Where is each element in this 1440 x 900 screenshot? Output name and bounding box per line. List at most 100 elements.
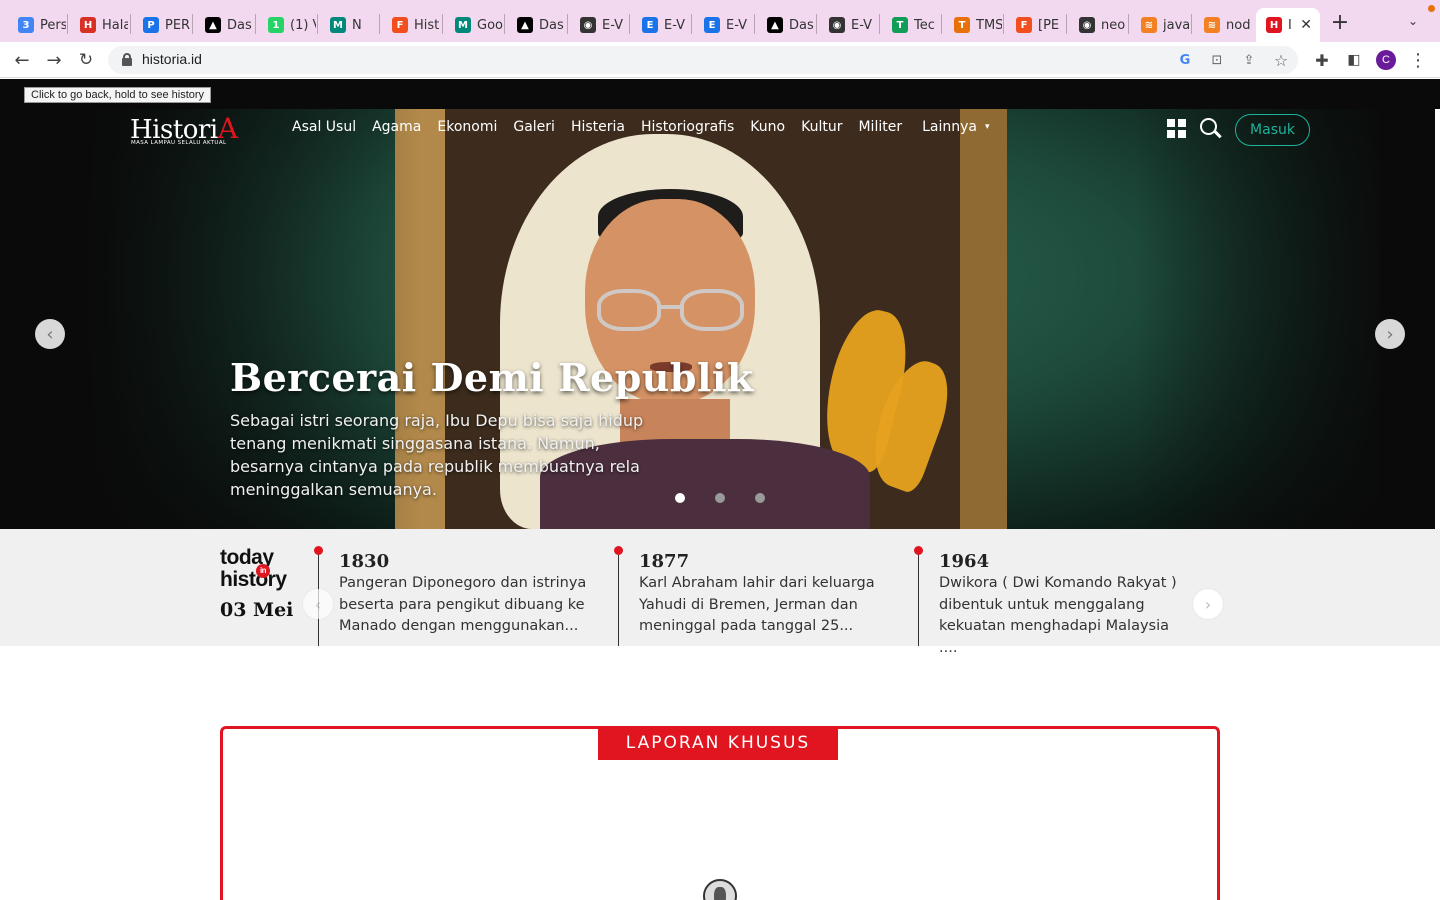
nav-item-galeri[interactable]: Galeri <box>513 119 555 135</box>
share-icon[interactable]: ⇪ <box>1240 51 1258 69</box>
new-tab-button[interactable]: + <box>1328 10 1352 35</box>
tab-favicon-icon: ≋ <box>1204 17 1220 33</box>
extensions-puzzle-icon[interactable]: ✚ <box>1310 48 1334 72</box>
browser-tab[interactable]: ▲ Das <box>757 8 815 42</box>
main-nav: Asal Usul Agama Ekonomi Galeri Histeria … <box>292 119 990 135</box>
tab-favicon-icon: E <box>704 17 720 33</box>
tih-event-card[interactable]: 1964 Dwikora ( Dwi Komando Rakyat ) dibe… <box>914 546 1208 656</box>
tab-separator <box>317 14 318 34</box>
tab-title: [PE <box>1038 17 1060 33</box>
url-text[interactable]: historia.id <box>142 51 202 67</box>
nav-item-ekonomi[interactable]: Ekonomi <box>437 119 497 135</box>
reload-icon[interactable]: ↻ <box>74 48 98 72</box>
search-icon[interactable] <box>1200 118 1222 140</box>
hero-next-arrow[interactable]: › <box>1375 319 1405 349</box>
forward-arrow-icon[interactable]: → <box>42 48 66 72</box>
nav-item-kuno[interactable]: Kuno <box>750 119 785 135</box>
nav-item-agama[interactable]: Agama <box>372 119 421 135</box>
tab-close-icon[interactable]: ✕ <box>1300 17 1312 33</box>
browser-tab[interactable]: 3 Pers <box>8 8 66 42</box>
tab-title: java <box>1163 17 1189 33</box>
browser-tab[interactable]: P PER <box>133 8 191 42</box>
tab-separator <box>754 14 755 34</box>
tab-title: TMS <box>976 17 1002 33</box>
browser-tab[interactable]: T TMS <box>944 8 1002 42</box>
tab-search-chevron-icon[interactable]: ⌄ <box>1408 14 1418 28</box>
tih-prev-arrow[interactable]: ‹ <box>303 589 333 619</box>
tab-title: PER <box>165 17 191 33</box>
tab-title: N <box>352 17 362 33</box>
tih-event-text: Karl Abraham lahir dari keluarga Yahudi … <box>639 575 875 634</box>
nav-item-histeria[interactable]: Histeria <box>571 119 625 135</box>
timeline-pin <box>314 546 323 555</box>
tab-favicon-icon: 3 <box>18 17 34 33</box>
tab-title: I <box>1288 17 1292 33</box>
browser-menu-icon[interactable]: ⋮ <box>1406 48 1430 72</box>
browser-tab[interactable]: H Hala <box>70 8 128 42</box>
browser-tab-strip: + ⌄ 3PersHHalaPPER▲Das1(1) VMNFHistMGoo▲… <box>0 0 1440 42</box>
browser-tab[interactable]: E E-V <box>632 8 690 42</box>
tab-title: Hala <box>102 17 128 33</box>
browser-tab[interactable]: H I ✕ <box>1256 8 1320 42</box>
tab-favicon-icon: F <box>392 17 408 33</box>
tab-separator <box>130 14 131 34</box>
nav-item-asal-usul[interactable]: Asal Usul <box>292 119 356 135</box>
browser-tab[interactable]: ◉ E-V <box>570 8 628 42</box>
browser-tab[interactable]: M Goo <box>445 8 503 42</box>
tih-logo-line1: today <box>220 546 274 569</box>
apps-grid-icon[interactable] <box>1167 119 1187 139</box>
tab-separator <box>816 14 817 34</box>
browser-tab[interactable]: 1 (1) V <box>258 8 316 42</box>
hero-title[interactable]: Bercerai Demi Republik <box>230 355 754 400</box>
hero-prev-arrow[interactable]: ‹ <box>35 319 65 349</box>
logo-tagline: MASA LAMPAU SELALU AKTUAL <box>131 140 227 146</box>
tab-separator <box>1191 14 1192 34</box>
browser-tab[interactable]: T Tec <box>882 8 940 42</box>
browser-toolbar: ← → ↻ historia.id G ⊡ ⇪ ☆ ✚ ◧ C ⋮ <box>0 42 1440 78</box>
browser-tab[interactable]: ≋ nod <box>1194 8 1252 42</box>
back-arrow-icon[interactable]: ← <box>10 48 34 72</box>
nav-item-lainnya[interactable]: Lainnya ▾ <box>922 119 989 135</box>
today-in-history-section: today history in 03 Mei 1830 Pangeran Di… <box>0 529 1440 656</box>
tih-logo-in-badge: in <box>256 564 270 578</box>
translate-icon[interactable]: ⊡ <box>1208 51 1226 69</box>
tab-title: Goo <box>477 17 503 33</box>
timeline-pin <box>914 546 923 555</box>
carousel-dot[interactable] <box>755 493 765 503</box>
browser-tab[interactable]: ▲ Das <box>195 8 253 42</box>
login-button[interactable]: Masuk <box>1235 114 1310 146</box>
carousel-dot[interactable] <box>715 493 725 503</box>
browser-tab[interactable]: E E-V <box>694 8 752 42</box>
special-report-label: LAPORAN KHUSUS <box>598 726 838 760</box>
nav-item-kultur[interactable]: Kultur <box>801 119 842 135</box>
historia-logo[interactable]: HistoriA MASA LAMPAU SELALU AKTUAL <box>130 112 238 150</box>
google-icon[interactable]: G <box>1176 51 1194 69</box>
portrait-glasses-bridge <box>660 305 682 309</box>
tab-favicon-icon: ◉ <box>1079 17 1095 33</box>
nav-item-historiografis[interactable]: Historiografis <box>641 119 734 135</box>
browser-tab[interactable]: MN <box>320 8 378 42</box>
browser-tab[interactable]: ◉ neo <box>1069 8 1127 42</box>
carousel-dot[interactable] <box>675 493 685 503</box>
browser-tab[interactable]: F Hist <box>382 8 440 42</box>
lock-icon <box>122 53 132 66</box>
tab-separator <box>879 14 880 34</box>
browser-tab[interactable]: F [PE <box>1006 8 1064 42</box>
browser-tab[interactable]: ▲ Das <box>507 8 565 42</box>
profile-avatar[interactable]: C <box>1376 50 1396 70</box>
back-button-tooltip: Click to go back, hold to see history <box>24 87 212 103</box>
address-bar[interactable]: historia.id G ⊡ ⇪ ☆ <box>108 46 1298 74</box>
tih-next-arrow[interactable]: › <box>1193 589 1223 619</box>
portrait-glasses <box>680 289 744 331</box>
tih-event-card[interactable]: 1877 Karl Abraham lahir dari keluarga Ya… <box>614 546 908 646</box>
hero-illustration-shade <box>960 109 1007 529</box>
browser-tab[interactable]: ≋ java <box>1131 8 1189 42</box>
tab-separator <box>504 14 505 34</box>
side-panel-icon[interactable]: ◧ <box>1342 48 1366 72</box>
tih-event-card[interactable]: 1830 Pangeran Diponegoro dan istrinya be… <box>314 546 608 646</box>
tih-event-year: 1877 <box>639 551 690 572</box>
tab-title: Das <box>227 17 252 33</box>
bookmark-star-icon[interactable]: ☆ <box>1272 51 1290 70</box>
browser-tab[interactable]: ◉ E-V <box>819 8 877 42</box>
nav-item-militer[interactable]: Militer <box>858 119 902 135</box>
